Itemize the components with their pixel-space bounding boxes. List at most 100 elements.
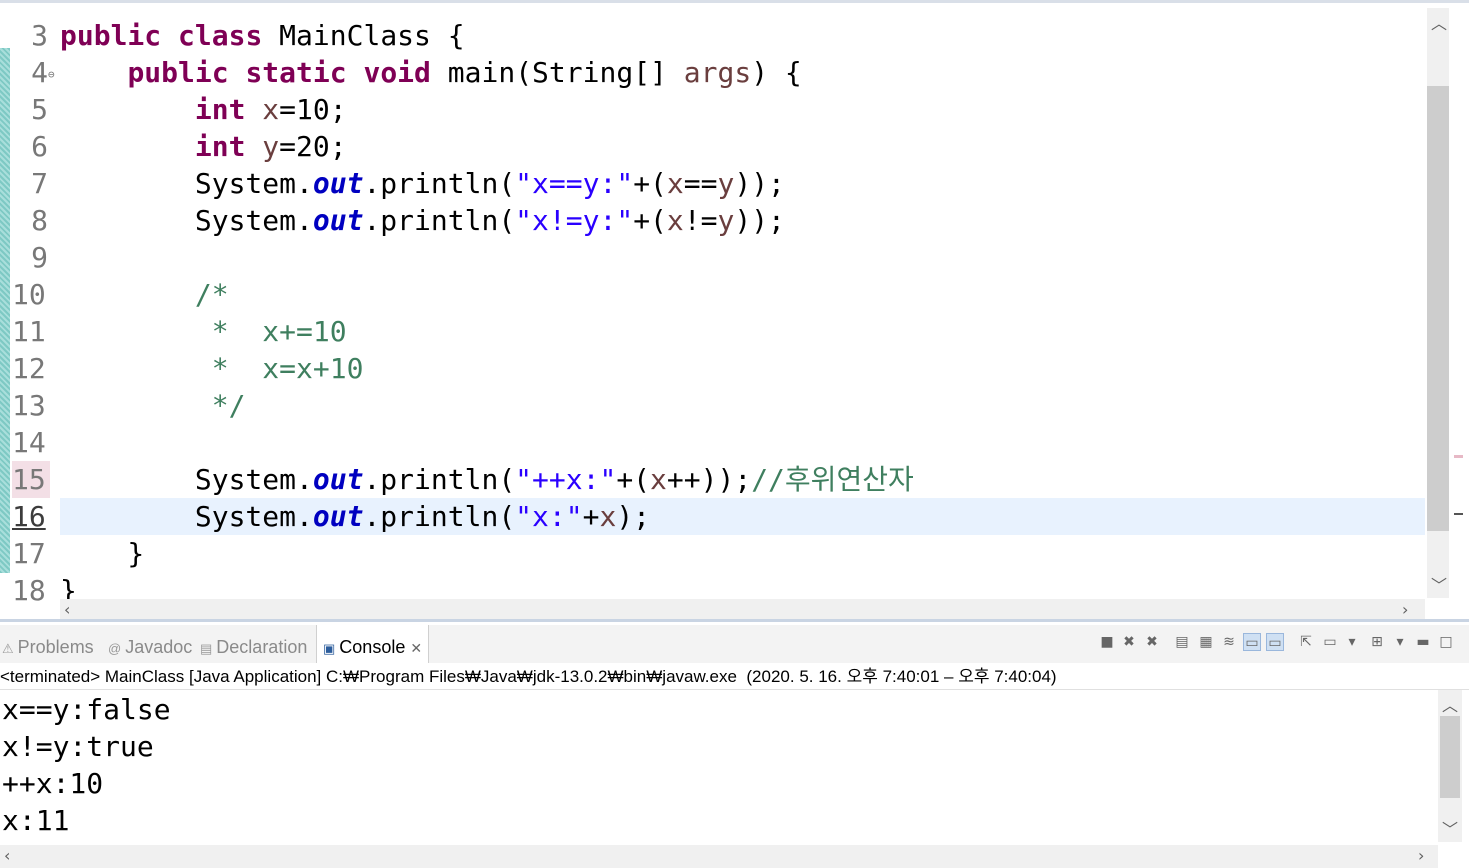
code-token: y: [717, 204, 735, 237]
code-token: +: [582, 500, 600, 533]
scroll-left-icon[interactable]: ‹: [64, 600, 70, 619]
code-line[interactable]: System.out.println("x==y:"+(x==y));: [60, 165, 1425, 202]
scroll-right-icon[interactable]: ›: [1418, 846, 1424, 865]
show-on-error-icon[interactable]: ▭: [1266, 633, 1284, 651]
editor-horizontal-scrollbar[interactable]: ‹ ›: [60, 599, 1425, 620]
line-number: 17: [12, 537, 46, 570]
terminate-icon[interactable]: ■: [1098, 633, 1116, 651]
code-token: x: [599, 500, 617, 533]
code-token: * x=x+10: [211, 352, 364, 385]
scroll-down-icon[interactable]: ﹀: [1431, 572, 1447, 596]
code-line[interactable]: System.out.println("x!=y:"+(x!=y));: [60, 202, 1425, 239]
remove-launch-icon[interactable]: ✖: [1120, 633, 1138, 651]
tab-console[interactable]: ▣ Console ✕: [316, 625, 430, 663]
overview-mark[interactable]: [1454, 455, 1463, 458]
code-line[interactable]: public static void main(String[] args) {: [60, 54, 1425, 91]
clear-console-icon[interactable]: ▤: [1173, 633, 1191, 651]
scroll-up-icon[interactable]: ︿: [1431, 10, 1447, 34]
code-token: ++));: [666, 463, 752, 496]
code-token: .println(: [363, 463, 516, 496]
code-token: =10;: [279, 93, 347, 126]
line-number: 15: [12, 461, 50, 498]
overview-ruler[interactable]: [1450, 8, 1469, 598]
code-token: x: [262, 93, 280, 126]
fold-collapse-icon[interactable]: ⊖: [48, 69, 55, 81]
word-wrap-icon[interactable]: ≋: [1220, 633, 1238, 651]
close-icon[interactable]: ✕: [410, 640, 422, 656]
editor-vertical-scrollbar[interactable]: ︿ ﹀: [1427, 8, 1449, 598]
code-token: */: [211, 389, 246, 422]
console-output-line: x==y:false: [2, 693, 171, 726]
console-output[interactable]: x==y:false x!=y:true ++x:10 x:11: [0, 690, 1438, 845]
code-token: "x:": [515, 500, 583, 533]
tab-declaration[interactable]: ▤ Declaration: [200, 625, 307, 663]
code-token: );: [616, 500, 651, 533]
minimize-icon[interactable]: ▬: [1414, 633, 1432, 651]
code-editor[interactable]: 3 4 5 6 7 8 9 10 11 12 13 14 15 16 17 18 ⊖ public class …: [0, 0, 1469, 620]
code-line[interactable]: }: [60, 535, 1425, 572]
code-area[interactable]: public class MainClass { public static v…: [60, 3, 1425, 607]
code-line[interactable]: * x+=10: [60, 313, 1425, 350]
code-line[interactable]: /*: [60, 276, 1425, 313]
declaration-icon: ▤: [200, 641, 213, 656]
show-on-output-icon[interactable]: ▭: [1243, 633, 1261, 651]
console-horizontal-scrollbar[interactable]: ‹ ›: [0, 845, 1438, 868]
overview-mark[interactable]: [1454, 513, 1463, 515]
code-line[interactable]: System.out.println("++x:"+(x++));//후위연산자: [60, 461, 1425, 498]
scroll-down-icon[interactable]: ﹀: [1442, 816, 1458, 840]
problems-icon: ⚠: [2, 641, 14, 656]
open-console-icon[interactable]: ⊞: [1368, 633, 1386, 651]
scroll-right-icon[interactable]: ›: [1402, 600, 1408, 619]
code-line[interactable]: public class MainClass {: [60, 17, 1425, 54]
console-scroll-thumb[interactable]: [1440, 716, 1460, 798]
code-line[interactable]: int x=10;: [60, 91, 1425, 128]
code-token: ));: [734, 167, 785, 200]
scroll-lock-icon[interactable]: ▦: [1197, 633, 1215, 651]
code-line[interactable]: [60, 424, 1425, 461]
line-number: 4: [31, 56, 48, 89]
pin-console-icon[interactable]: ⇱: [1297, 633, 1315, 651]
display-console-icon[interactable]: ▭: [1321, 633, 1339, 651]
console-output-line: ++x:10: [2, 767, 104, 800]
scroll-up-icon[interactable]: ︿: [1442, 692, 1458, 716]
tab-javadoc[interactable]: @ Javadoc: [108, 625, 192, 663]
line-number-gutter[interactable]: 3 4 5 6 7 8 9 10 11 12 13 14 15 16 17 18 ⊖: [10, 3, 58, 607]
code-token: /*: [194, 278, 229, 311]
code-line[interactable]: System.out.println("x:"+x);: [60, 498, 1425, 535]
tab-problems[interactable]: ⚠ Problems: [2, 625, 94, 663]
code-line[interactable]: */: [60, 387, 1425, 424]
code-line[interactable]: * x=x+10: [60, 350, 1425, 387]
line-number: 13: [12, 389, 46, 422]
code-token: +(: [633, 204, 667, 237]
code-token: args: [683, 56, 752, 89]
code-token: y: [262, 130, 280, 163]
code-token: int: [194, 93, 246, 126]
editor-scroll-thumb[interactable]: [1427, 86, 1449, 531]
code-line[interactable]: int y=20;: [60, 128, 1425, 165]
code-token: class: [178, 19, 263, 52]
view-tab-bar: ⚠ Problems @ Javadoc ▤ Declaration ▣ Console…: [0, 625, 1469, 663]
console-output-line: x!=y:true: [2, 730, 154, 763]
chevron-down-icon[interactable]: ▾: [1391, 633, 1409, 651]
code-token: .println(: [363, 500, 516, 533]
maximize-icon[interactable]: □: [1437, 633, 1455, 651]
remove-all-icon[interactable]: ✖: [1143, 633, 1161, 651]
code-token: System.: [60, 167, 313, 200]
code-token: .println(: [363, 204, 516, 237]
code-token: "x!=y:": [515, 204, 634, 237]
console-vertical-scrollbar[interactable]: ︿ ﹀: [1438, 690, 1462, 842]
code-line[interactable]: [60, 239, 1425, 276]
panel-separator[interactable]: [0, 619, 1469, 622]
chevron-down-icon[interactable]: ▾: [1343, 633, 1361, 651]
scroll-left-icon[interactable]: ‹: [4, 846, 10, 865]
code-token: MainClass {: [262, 19, 465, 52]
code-token: System.: [60, 463, 313, 496]
